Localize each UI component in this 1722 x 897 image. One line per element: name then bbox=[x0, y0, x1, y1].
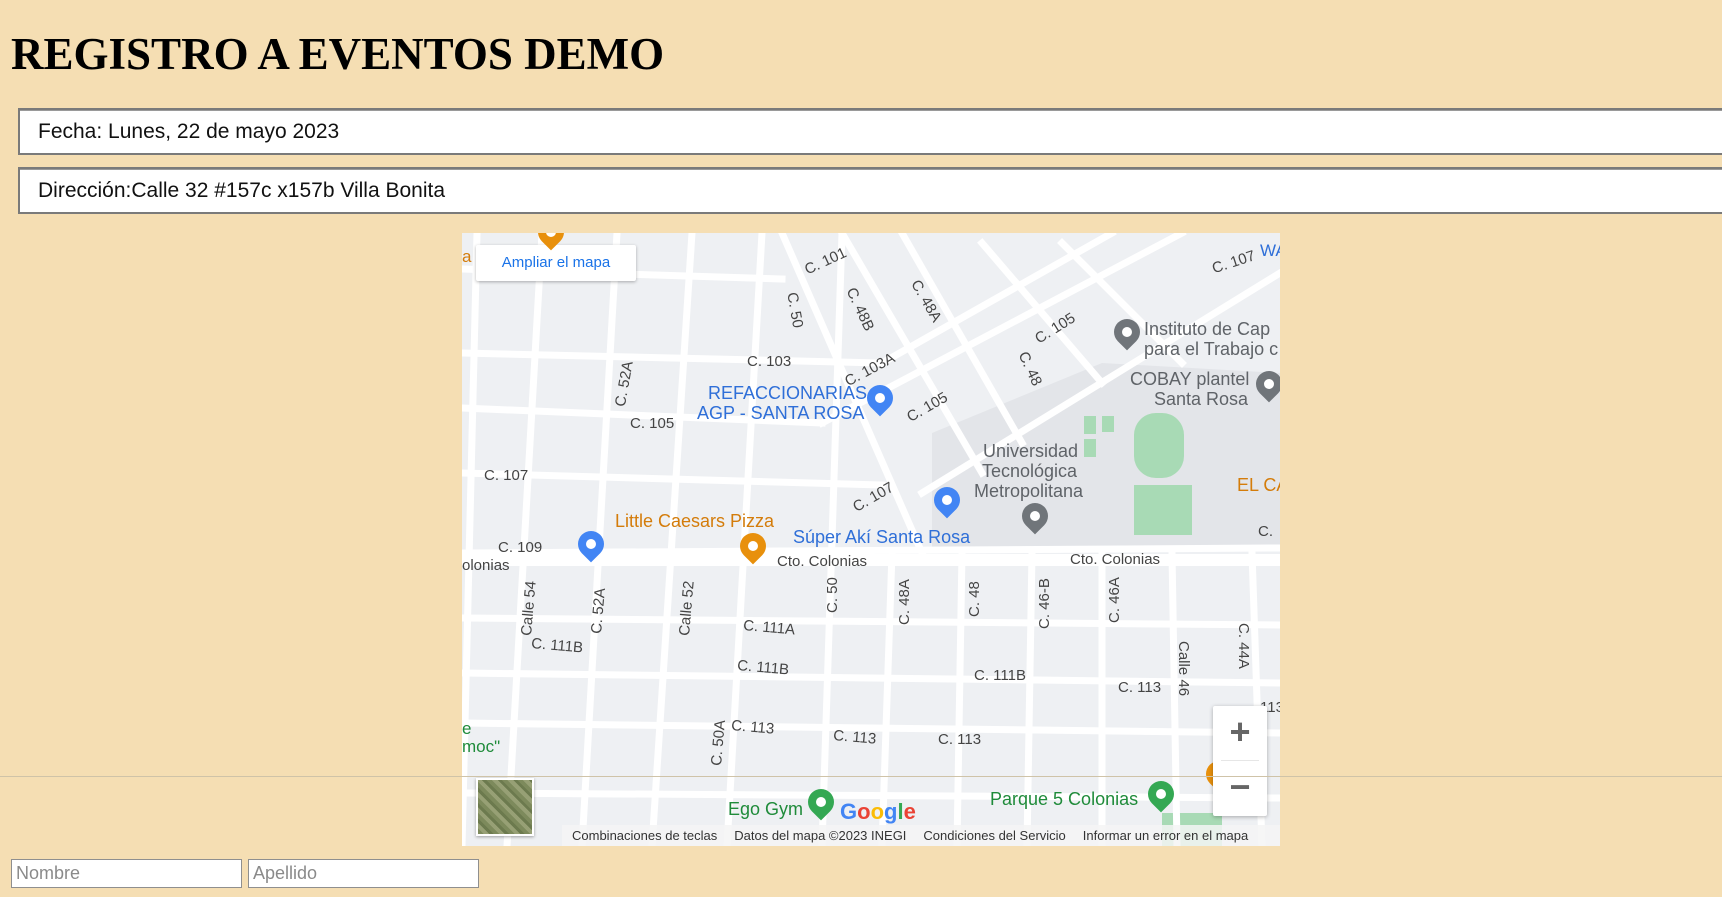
street-label: moc" bbox=[462, 737, 501, 756]
report-error-link[interactable]: Informar un error en el mapa bbox=[1083, 825, 1248, 846]
poi-label[interactable]: Instituto de Cap bbox=[1144, 319, 1270, 340]
google-logo: Google bbox=[840, 799, 916, 824]
zoom-in-button[interactable]: + bbox=[1213, 706, 1267, 760]
embedded-map[interactable]: Ampliar el mapa C. 101 C. 107 C. 50 C. 4… bbox=[462, 233, 1280, 846]
poi-label[interactable]: Metropolitana bbox=[974, 481, 1083, 502]
map-data-credit: Datos del mapa ©2023 INEGI bbox=[734, 828, 907, 843]
poi-label[interactable]: Ego Gym bbox=[728, 799, 803, 820]
first-name-input[interactable] bbox=[11, 859, 242, 888]
street-label: WA bbox=[1260, 241, 1280, 260]
event-date: Fecha: Lunes, 22 de mayo 2023 bbox=[18, 108, 1722, 155]
street-label: C. 50 bbox=[824, 577, 841, 613]
map-attribution-bar: Combinaciones de teclas Datos del mapa ©… bbox=[562, 825, 1280, 846]
event-address: Dirección:Calle 32 #157c x157b Villa Bon… bbox=[18, 167, 1722, 214]
street-label: Calle 46 bbox=[1175, 641, 1192, 697]
poi-label[interactable]: AGP - SANTA ROSA bbox=[697, 403, 864, 424]
street-label: C. 113 bbox=[938, 731, 982, 748]
zoom-out-button[interactable]: − bbox=[1213, 761, 1267, 815]
street-label: C. 113 bbox=[1118, 679, 1162, 696]
poi-label[interactable]: Súper Akí Santa Rosa bbox=[793, 527, 970, 548]
street-label: C. 46A bbox=[1106, 577, 1123, 623]
poi-label[interactable]: REFACCIONARIAS bbox=[708, 383, 867, 404]
page-title: REGISTRO A EVENTOS DEMO bbox=[11, 29, 665, 79]
expand-map-button[interactable]: Ampliar el mapa bbox=[476, 245, 636, 281]
poi-label[interactable]: Universidad bbox=[983, 441, 1078, 462]
keyboard-shortcuts-link[interactable]: Combinaciones de teclas bbox=[572, 825, 717, 846]
poi-label[interactable]: para el Trabajo c bbox=[1144, 339, 1278, 360]
poi-label[interactable]: Parque 5 Colonias bbox=[990, 789, 1138, 810]
street-label: C. 113 bbox=[832, 727, 877, 748]
terms-link[interactable]: Condiciones del Servicio bbox=[923, 825, 1065, 846]
street-label: C. 111B bbox=[974, 667, 1026, 684]
street-label: C. 48A bbox=[896, 579, 913, 625]
zoom-controls: + − bbox=[1213, 706, 1267, 816]
poi-label[interactable]: Tecnológica bbox=[982, 461, 1077, 482]
street-label: Cto. Colonias bbox=[777, 553, 868, 570]
street-label: Cto. Colonias bbox=[1070, 551, 1161, 568]
street-label: a bbox=[462, 247, 472, 266]
street-label: C. 113 bbox=[730, 717, 775, 738]
last-name-input[interactable] bbox=[248, 859, 479, 888]
street-label: olonias bbox=[462, 557, 510, 574]
street-label: C. 107 bbox=[484, 467, 529, 484]
street-label: C. 109 bbox=[498, 539, 543, 556]
street-label: C. 105 bbox=[630, 415, 675, 432]
street-label: C. 46-B bbox=[1036, 578, 1053, 629]
satellite-toggle-button[interactable] bbox=[476, 778, 534, 836]
poi-label[interactable]: COBAY plantel bbox=[1130, 369, 1249, 390]
street-label: C. bbox=[1258, 523, 1273, 540]
poi-label[interactable]: Little Caesars Pizza bbox=[615, 511, 774, 532]
divider-line bbox=[0, 776, 1722, 777]
street-label: e bbox=[462, 719, 472, 738]
street-label: C. 44A bbox=[1235, 623, 1252, 669]
street-label: C. 103 bbox=[747, 353, 792, 370]
street-label: C. 48 bbox=[966, 581, 983, 617]
poi-label[interactable]: EL CA bbox=[1237, 475, 1280, 496]
poi-label[interactable]: Santa Rosa bbox=[1154, 389, 1248, 410]
